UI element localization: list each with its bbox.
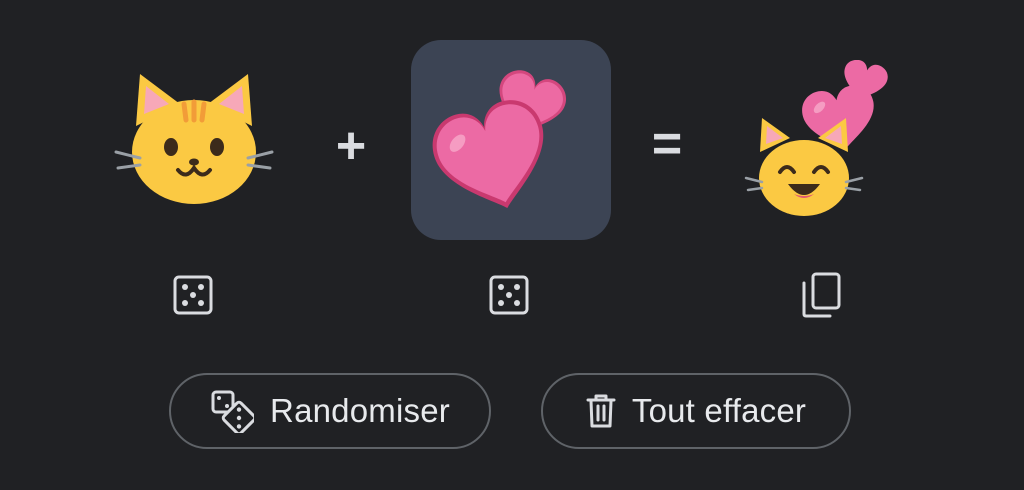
- dice-icon: [489, 275, 529, 315]
- randomize-middle-button[interactable]: [481, 267, 537, 323]
- cat-face-icon: [114, 74, 274, 204]
- equals-operator: =: [651, 115, 683, 173]
- two-hearts-icon: [432, 70, 566, 208]
- randomize-all-button[interactable]: Randomiser: [169, 373, 491, 449]
- plus-operator: +: [335, 117, 367, 175]
- dice-icon: [173, 275, 213, 315]
- result-emoji-slot[interactable]: [744, 60, 914, 220]
- middle-emoji-slot[interactable]: [411, 40, 611, 240]
- trash-icon: [586, 394, 616, 428]
- left-emoji-slot[interactable]: [114, 64, 274, 214]
- randomize-left-button[interactable]: [165, 267, 221, 323]
- copy-icon: [802, 272, 841, 318]
- dice-pair-icon: [210, 389, 255, 433]
- copy-button[interactable]: [793, 267, 849, 323]
- clear-all-label: Tout effacer: [631, 392, 807, 429]
- randomize-label: Randomiser: [270, 392, 450, 429]
- grinning-cat-with-hearts-icon: [744, 60, 888, 216]
- clear-all-button[interactable]: Tout effacer: [541, 373, 851, 449]
